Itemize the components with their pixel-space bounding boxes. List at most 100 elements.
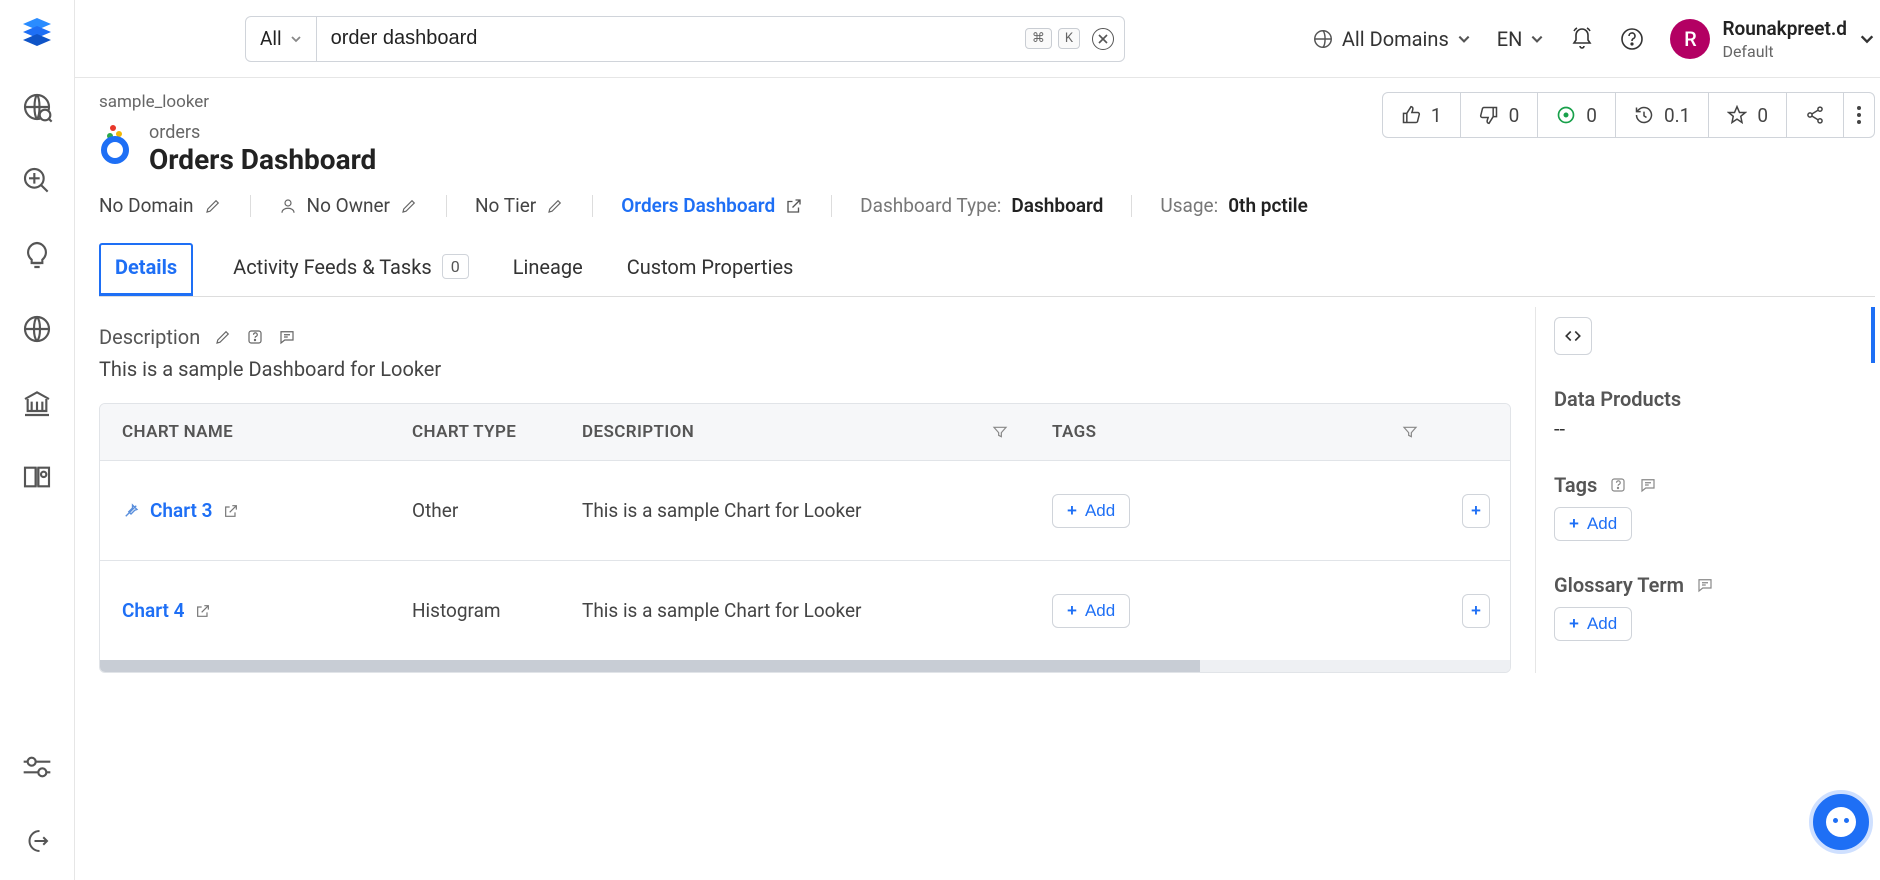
- comment-icon[interactable]: [1639, 476, 1657, 494]
- more-vertical-icon: [1856, 105, 1862, 125]
- table-row: Chart 4 Histogram This is a sample Chart…: [100, 560, 1510, 660]
- share-icon: [1805, 105, 1825, 125]
- chart-type: Histogram: [390, 585, 560, 636]
- chart-desc: This is a sample Chart for Looker: [560, 585, 1030, 636]
- description-text: This is a sample Dashboard for Looker: [99, 357, 1511, 381]
- help-button[interactable]: [1620, 27, 1644, 51]
- add-glossary-button[interactable]: +Add: [1554, 607, 1632, 641]
- history-icon: [1634, 105, 1654, 125]
- col-tags: TAGS: [1030, 408, 1440, 456]
- search-shortcut: ⌘ K: [1025, 28, 1092, 49]
- like-button[interactable]: 1: [1383, 93, 1461, 137]
- search-scope-label: All: [260, 27, 282, 50]
- add-tag-button[interactable]: +Add: [1052, 594, 1130, 628]
- star-icon: [1727, 105, 1747, 125]
- tab-lineage[interactable]: Lineage: [509, 245, 587, 295]
- tags-label: Tags: [1554, 473, 1597, 497]
- tab-activity[interactable]: Activity Feeds & Tasks 0: [229, 244, 473, 295]
- app-logo[interactable]: [19, 14, 55, 50]
- chevron-down-icon: [1530, 32, 1544, 46]
- code-icon: [1564, 327, 1582, 345]
- filter-icon[interactable]: [992, 424, 1008, 440]
- col-description: DESCRIPTION: [560, 408, 1030, 456]
- nav-governance-icon[interactable]: [20, 386, 54, 420]
- edit-icon: [546, 197, 564, 215]
- request-tags-icon[interactable]: [1609, 476, 1627, 494]
- add-extra-button[interactable]: +: [1462, 494, 1490, 528]
- chevron-down-icon: [1859, 31, 1875, 47]
- external-link-icon: [195, 603, 211, 619]
- nav-logout-icon[interactable]: [20, 824, 54, 858]
- star-button[interactable]: 0: [1709, 93, 1787, 137]
- chart-type: Other: [390, 485, 560, 536]
- nav-glossary-icon[interactable]: [20, 460, 54, 494]
- user-menu[interactable]: R Rounakpreet.d Default: [1670, 17, 1875, 61]
- thumbs-up-icon: [1401, 105, 1421, 125]
- owner-field[interactable]: No Owner: [279, 194, 418, 217]
- add-tag-button[interactable]: +Add: [1052, 494, 1130, 528]
- target-icon: [1556, 105, 1576, 125]
- search-clear-button[interactable]: [1092, 28, 1114, 50]
- tabs: Details Activity Feeds & Tasks 0 Lineage…: [99, 243, 1875, 297]
- data-products-value: --: [1554, 417, 1875, 441]
- pin-icon: [122, 502, 140, 520]
- meta-row: No Domain No Owner No Tier: [99, 194, 1875, 217]
- nav-explore-icon[interactable]: [20, 90, 54, 124]
- page-title: Orders Dashboard: [149, 143, 376, 176]
- search-scope-select[interactable]: All: [246, 17, 317, 61]
- chevron-down-icon: [290, 33, 302, 45]
- add-extra-button[interactable]: +: [1462, 594, 1490, 628]
- user-icon: [279, 197, 297, 215]
- tab-custom-properties[interactable]: Custom Properties: [623, 245, 798, 295]
- issues-button[interactable]: 0: [1538, 93, 1616, 137]
- nav-search-icon[interactable]: [20, 164, 54, 198]
- asset-supertitle: orders: [149, 122, 376, 143]
- user-role: Default: [1722, 42, 1847, 61]
- nav-insights-icon[interactable]: [20, 238, 54, 272]
- col-chart-name: CHART NAME: [100, 408, 390, 456]
- dislike-button[interactable]: 0: [1461, 93, 1539, 137]
- domains-dropdown[interactable]: All Domains: [1312, 27, 1471, 51]
- edit-icon[interactable]: [214, 328, 232, 346]
- chart-desc: This is a sample Chart for Looker: [560, 485, 1030, 536]
- usage: Usage: 0th pctile: [1160, 194, 1307, 217]
- edit-icon: [400, 197, 418, 215]
- global-search: All ⌘ K: [245, 16, 1125, 62]
- close-icon: [1098, 34, 1108, 44]
- share-button[interactable]: [1787, 93, 1844, 137]
- comment-icon[interactable]: [278, 328, 296, 346]
- chart-link[interactable]: Chart 3: [122, 499, 368, 522]
- domain-field[interactable]: No Domain: [99, 194, 222, 217]
- request-description-icon[interactable]: [246, 328, 264, 346]
- edit-icon: [204, 197, 222, 215]
- filter-icon[interactable]: [1402, 424, 1418, 440]
- dashboard-external-link[interactable]: Orders Dashboard: [621, 194, 803, 217]
- recent-button[interactable]: 0.1: [1616, 93, 1709, 137]
- search-input[interactable]: [317, 17, 1025, 61]
- add-tag-button[interactable]: +Add: [1554, 507, 1632, 541]
- col-chart-type: CHART TYPE: [390, 408, 560, 456]
- nav-sidebar: [0, 0, 75, 880]
- notifications-button[interactable]: [1570, 27, 1594, 51]
- tab-details[interactable]: Details: [99, 243, 193, 296]
- avatar: R: [1670, 19, 1710, 59]
- chart-table: CHART NAME CHART TYPE DESCRIPTION TAGS: [99, 403, 1511, 673]
- external-link-icon: [785, 197, 803, 215]
- looker-icon: [99, 122, 133, 156]
- language-dropdown[interactable]: EN: [1497, 27, 1545, 51]
- nav-settings-icon[interactable]: [20, 750, 54, 784]
- right-panel: Data Products -- Tags +Add: [1535, 307, 1875, 673]
- chat-assistant-button[interactable]: [1809, 790, 1873, 854]
- glossary-label: Glossary Term: [1554, 573, 1684, 597]
- comment-icon[interactable]: [1696, 576, 1714, 594]
- tier-field[interactable]: No Tier: [475, 194, 564, 217]
- user-name: Rounakpreet.d: [1722, 17, 1847, 40]
- chart-link[interactable]: Chart 4: [122, 599, 368, 622]
- more-button[interactable]: [1844, 93, 1874, 137]
- table-horizontal-scrollbar[interactable]: [100, 660, 1510, 672]
- nav-domains-icon[interactable]: [20, 312, 54, 346]
- globe-icon: [1312, 28, 1334, 50]
- action-bar: 1 0 0 0.1 0: [1382, 92, 1875, 138]
- collapse-panel-button[interactable]: [1554, 317, 1592, 355]
- description-label: Description: [99, 325, 200, 349]
